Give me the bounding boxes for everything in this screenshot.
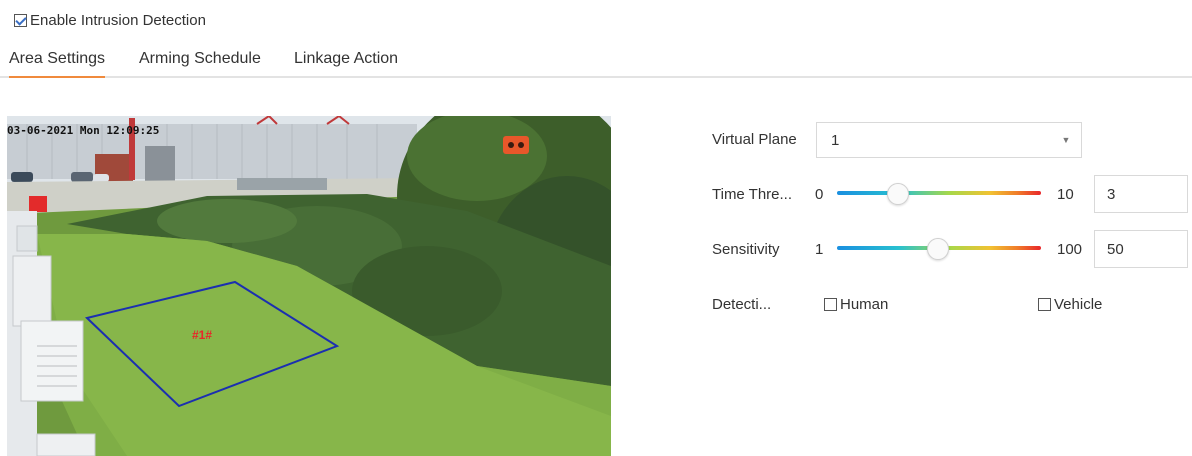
enable-checkbox[interactable] <box>14 13 27 27</box>
vehicle-label: Vehicle <box>1054 296 1103 313</box>
time-threshold-max: 10 <box>1057 186 1074 203</box>
human-checkbox[interactable] <box>824 298 837 311</box>
sensitivity-min: 1 <box>815 241 824 258</box>
enable-intrusion-detection[interactable]: Enable Intrusion Detection <box>14 10 206 30</box>
sensitivity-label: Sensitivity <box>712 241 780 258</box>
vehicle-checkbox-item[interactable]: Vehicle <box>1038 296 1102 313</box>
sensitivity-input[interactable]: 50 <box>1094 230 1188 268</box>
enable-label: Enable Intrusion Detection <box>30 11 206 29</box>
tab-area-settings[interactable]: Area Settings <box>9 50 106 78</box>
virtual-plane-value: 1 <box>831 131 840 149</box>
chevron-down-icon: ▼ <box>1061 135 1071 145</box>
time-threshold-label: Time Thre... <box>712 186 793 203</box>
sensitivity-value: 50 <box>1107 240 1124 258</box>
time-threshold-value: 3 <box>1107 185 1116 203</box>
time-threshold-min: 0 <box>815 186 824 203</box>
human-label: Human <box>840 296 889 313</box>
tab-bar: Area Settings Arming Schedule Linkage Ac… <box>0 45 1192 78</box>
time-threshold-slider[interactable] <box>837 183 1041 205</box>
sensitivity-slider[interactable] <box>837 238 1041 260</box>
virtual-plane-select[interactable]: 1 ▼ <box>816 122 1082 158</box>
virtual-plane-label: Virtual Plane <box>712 131 797 148</box>
sensitivity-max: 100 <box>1057 241 1083 258</box>
detection-target-label: Detecti... <box>712 296 772 313</box>
slider-thumb[interactable] <box>926 238 949 260</box>
camera-preview[interactable]: 03-06-2021 Mon 12:09:25 #1# <box>7 116 611 456</box>
slider-thumb[interactable] <box>887 183 910 205</box>
tab-arming-schedule[interactable]: Arming Schedule <box>139 50 261 68</box>
slider-track <box>837 191 1041 195</box>
time-threshold-input[interactable]: 3 <box>1094 175 1188 213</box>
human-checkbox-item[interactable]: Human <box>824 296 888 313</box>
tab-linkage-action[interactable]: Linkage Action <box>294 50 398 68</box>
zone-label: #1# <box>192 328 213 342</box>
vehicle-checkbox[interactable] <box>1038 298 1051 311</box>
camera-scene <box>7 116 611 456</box>
osd-timestamp: 03-06-2021 Mon 12:09:25 <box>7 124 160 137</box>
